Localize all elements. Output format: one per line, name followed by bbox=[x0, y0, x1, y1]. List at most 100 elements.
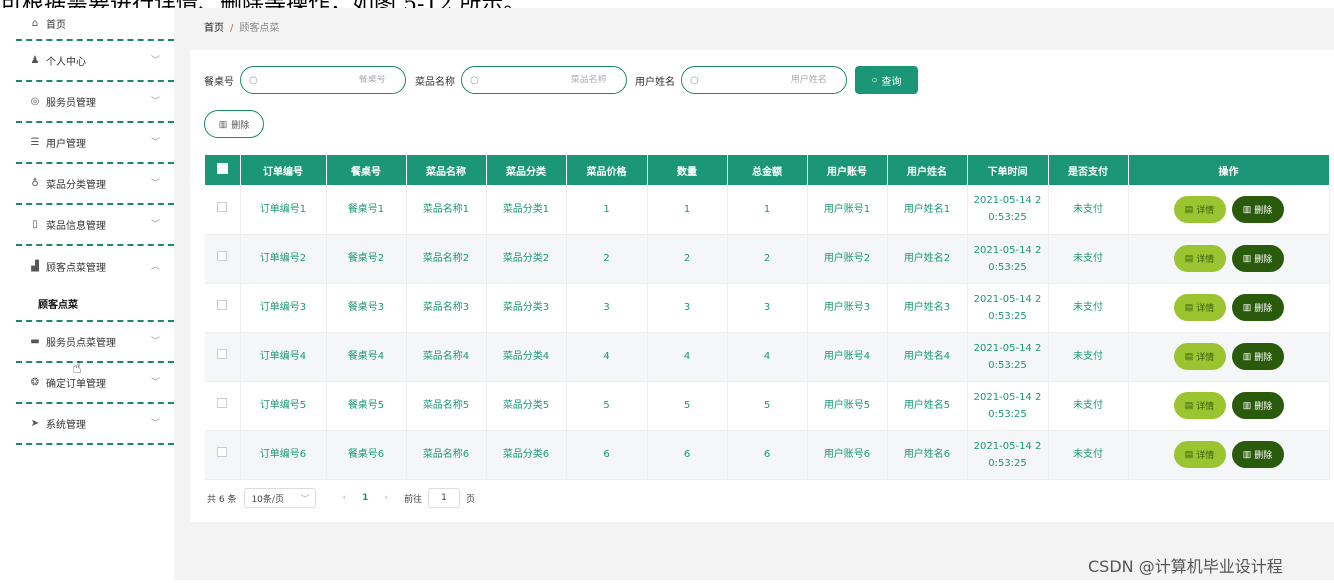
sidebar-subitem-customer-order[interactable]: 顾客点菜 bbox=[16, 287, 174, 322]
delete-button[interactable]: ▥ 删除 bbox=[1231, 343, 1284, 370]
header-quantity: 数量 bbox=[647, 155, 728, 185]
list-icon: ☰ bbox=[30, 137, 40, 148]
row-checkbox[interactable] bbox=[217, 349, 228, 359]
cell-order-no: 订单编号5 bbox=[240, 381, 327, 431]
document-icon: ▤ bbox=[1184, 302, 1194, 312]
cell-actions: ▤ 详情 ▥ 删除 bbox=[1128, 234, 1330, 284]
row-checkbox[interactable] bbox=[217, 398, 228, 408]
sidebar-item-label: 菜品信息管理 bbox=[46, 221, 106, 232]
mouse-pointer-icon: ☝ bbox=[72, 358, 82, 377]
trash-icon: ▥ bbox=[1242, 203, 1252, 214]
sidebar-item-label: 服务员点菜管理 bbox=[46, 338, 116, 349]
row-checkbox[interactable] bbox=[217, 447, 228, 457]
sidebar-item-label: 个人中心 bbox=[46, 57, 86, 68]
search-icon: ○ bbox=[871, 74, 878, 86]
user-name-input[interactable] bbox=[698, 75, 827, 85]
headset-icon: ◎ bbox=[30, 96, 40, 107]
next-page-icon[interactable]: › bbox=[384, 493, 388, 503]
orders-table: 订单编号 餐桌号 菜品名称 菜品分类 菜品价格 数量 总金额 用户账号 用户姓名… bbox=[205, 155, 1330, 480]
delete-button[interactable]: ▥ 删除 bbox=[1231, 294, 1284, 321]
cell-actions: ▤ 详情 ▥ 删除 bbox=[1128, 430, 1330, 480]
cell-user-account: 用户账号2 bbox=[807, 234, 888, 284]
breadcrumb-home[interactable]: 首页 bbox=[204, 23, 224, 34]
table-no-input[interactable] bbox=[257, 75, 386, 85]
row-select-cell[interactable] bbox=[205, 332, 241, 382]
select-all-checkbox[interactable] bbox=[216, 163, 228, 174]
cell-dish-name: 菜品名称4 bbox=[406, 332, 487, 382]
page-number-current[interactable]: 1 bbox=[362, 493, 368, 503]
row-checkbox[interactable] bbox=[217, 201, 228, 212]
query-button-label: 查询 bbox=[881, 76, 902, 88]
row-checkbox[interactable] bbox=[217, 251, 228, 261]
cell-user-account: 用户账号4 bbox=[807, 332, 888, 382]
delete-button-label: 删除 bbox=[1254, 401, 1273, 411]
chevron-down-icon: ﹀ bbox=[300, 494, 310, 505]
trash-icon: ▥ bbox=[1242, 253, 1252, 263]
document-icon: ▤ bbox=[1184, 449, 1194, 459]
row-select-cell[interactable] bbox=[205, 430, 241, 480]
table-row: 订单编号4 餐桌号4 菜品名称4 菜品分类4 4 4 4 用户账号4 用户姓名4 2021-05-… bbox=[205, 332, 1330, 382]
delete-button[interactable]: ▥ 删除 bbox=[1231, 195, 1284, 223]
detail-button[interactable]: ▤ 详情 bbox=[1173, 392, 1226, 419]
detail-button[interactable]: ▤ 详情 bbox=[1173, 441, 1226, 468]
select-all-header[interactable] bbox=[205, 155, 241, 185]
sidebar-item-confirm-order[interactable]: ❂ 确定订单管理 ﹀ bbox=[16, 363, 174, 404]
goto-page-input[interactable]: 1 bbox=[427, 488, 460, 508]
cell-dish-name: 菜品名称6 bbox=[406, 430, 487, 480]
cell-quantity: 4 bbox=[647, 332, 728, 382]
batch-delete-button[interactable]: ▥ 删除 bbox=[204, 110, 264, 138]
cell-user-name: 用户姓名6 bbox=[887, 430, 968, 480]
cell-dish-category: 菜品分类3 bbox=[486, 283, 567, 333]
page-size-select[interactable]: 10条/页 ﹀ bbox=[244, 488, 317, 508]
sidebar-item-customer-order[interactable]: ▟ 顾客点菜管理 ︿ bbox=[16, 246, 174, 287]
cell-dish-name: 菜品名称5 bbox=[406, 381, 487, 431]
batch-delete-label: 删除 bbox=[231, 119, 250, 130]
delete-button[interactable]: ▥ 删除 bbox=[1231, 392, 1284, 419]
chevron-down-icon: ﹀ bbox=[150, 178, 160, 189]
order-time-line2: 0:53:25 bbox=[988, 310, 1027, 322]
order-time-line2: 0:53:25 bbox=[988, 261, 1027, 273]
row-select-cell[interactable] bbox=[205, 185, 241, 235]
row-select-cell[interactable] bbox=[205, 283, 241, 333]
detail-button[interactable]: ▤ 详情 bbox=[1173, 294, 1226, 321]
table-body: 订单编号1 餐桌号1 菜品名称1 菜品分类1 1 1 1 用户账号1 用户姓名1 2021-05-… bbox=[205, 185, 1330, 480]
sidebar-item-dish-info[interactable]: ▯ 菜品信息管理 ﹀ bbox=[16, 205, 174, 246]
dish-name-input[interactable] bbox=[478, 75, 607, 85]
sidebar: ⌂ 首页 ♟ 个人中心 ﹀ ◎ 服务员管理 ﹀ ☰ 用户管理 ﹀ ♁ 菜品分类管… bbox=[16, 8, 174, 580]
sidebar-item-home[interactable]: ⌂ 首页 bbox=[16, 8, 174, 41]
sidebar-item-waiter-order[interactable]: ▬ 服务员点菜管理 ﹀ bbox=[16, 322, 174, 363]
cell-actions: ▤ 详情 ▥ 删除 bbox=[1128, 283, 1330, 333]
user-name-label: 用户姓名 bbox=[635, 76, 675, 88]
home-icon: ⌂ bbox=[31, 18, 39, 29]
sidebar-item-waiter-management[interactable]: ◎ 服务员管理 ﹀ bbox=[16, 82, 174, 123]
row-checkbox[interactable] bbox=[217, 300, 228, 310]
header-user-account: 用户账号 bbox=[807, 155, 888, 185]
cell-order-time: 2021-05-14 2 0:53:25 bbox=[967, 234, 1049, 284]
header-order-no: 订单编号 bbox=[240, 155, 327, 185]
sidebar-item-dish-category[interactable]: ♁ 菜品分类管理 ﹀ bbox=[16, 164, 174, 205]
detail-button[interactable]: ▤ 详情 bbox=[1173, 245, 1226, 272]
sidebar-item-system[interactable]: ➤ 系统管理 ﹀ bbox=[16, 404, 174, 445]
detail-button[interactable]: ▤ 详情 bbox=[1173, 195, 1226, 223]
chevron-down-icon: ﹀ bbox=[150, 336, 160, 347]
breadcrumb-current: 顾客点菜 bbox=[239, 23, 280, 34]
table-row: 订单编号5 餐桌号5 菜品名称5 菜品分类5 5 5 5 用户账号5 用户姓名5 2021-05-… bbox=[205, 381, 1330, 431]
cell-total: 1 bbox=[727, 185, 808, 235]
table-no-label: 餐桌号 bbox=[204, 76, 234, 88]
header-table-no: 餐桌号 bbox=[326, 155, 407, 185]
document-icon: ▤ bbox=[1184, 351, 1194, 361]
delete-button[interactable]: ▥ 删除 bbox=[1231, 441, 1284, 468]
cell-paid-status: 未支付 bbox=[1048, 332, 1129, 382]
row-select-cell[interactable] bbox=[205, 234, 241, 284]
delete-button[interactable]: ▥ 删除 bbox=[1231, 245, 1284, 272]
sidebar-item-personal-center[interactable]: ♟ 个人中心 ﹀ bbox=[16, 41, 174, 82]
prev-page-icon[interactable]: ‹ bbox=[342, 493, 346, 503]
sidebar-item-user-management[interactable]: ☰ 用户管理 ﹀ bbox=[16, 123, 174, 164]
cell-dish-category: 菜品分类4 bbox=[486, 332, 567, 382]
cell-dish-price: 5 bbox=[566, 381, 648, 431]
cell-paid-status: 未支付 bbox=[1048, 381, 1129, 431]
row-select-cell[interactable] bbox=[205, 381, 241, 431]
delete-button-label: 删除 bbox=[1254, 204, 1273, 215]
query-button[interactable]: ○ 查询 bbox=[855, 66, 918, 94]
detail-button[interactable]: ▤ 详情 bbox=[1173, 343, 1226, 370]
